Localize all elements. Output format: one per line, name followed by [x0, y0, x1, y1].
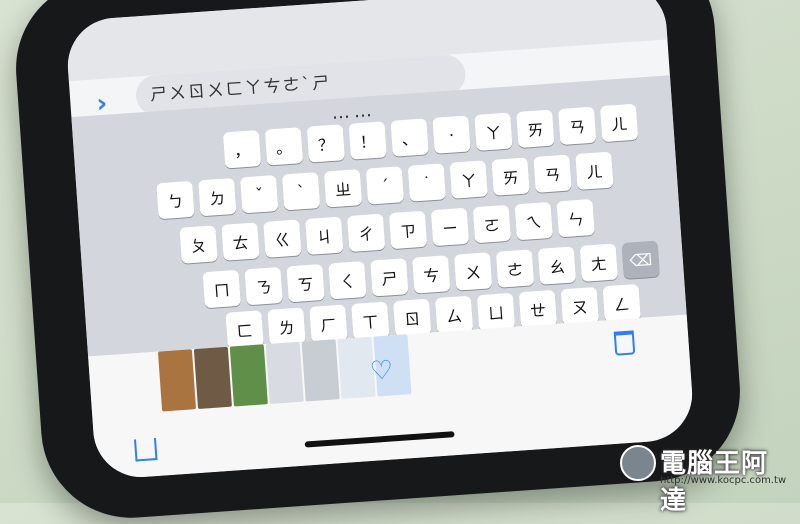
- key[interactable]: ㄍ: [263, 219, 302, 258]
- phone-screen: › ㄕㄨㄖㄨㄈㄚㄘㄜˋㄕ …… ， 。 ？ ！ 、 · ㄚ ㄞ ㄢ ㄦ ㄅ ㄉ …: [64, 0, 696, 481]
- key[interactable]: ㄦ: [599, 103, 639, 143]
- key[interactable]: 。: [264, 127, 304, 166]
- key[interactable]: ㄏ: [309, 304, 348, 343]
- key[interactable]: ㄈ: [225, 310, 264, 349]
- share-icon[interactable]: [134, 437, 158, 462]
- key[interactable]: ㄜ: [495, 249, 535, 288]
- heart-icon[interactable]: ♡: [369, 355, 394, 387]
- key[interactable]: ㄓ: [323, 169, 363, 208]
- key[interactable]: ？: [306, 124, 346, 163]
- photo-thumbnail[interactable]: [157, 349, 197, 412]
- key[interactable]: ㄨ: [453, 252, 493, 291]
- watermark: 電腦王阿達 http://www.kocpc.com.tw: [620, 443, 790, 516]
- key[interactable]: ㄚ: [449, 160, 488, 199]
- key[interactable]: ㄧ: [430, 207, 470, 247]
- trash-icon[interactable]: [613, 330, 636, 356]
- key[interactable]: ˇ: [240, 174, 279, 214]
- key[interactable]: ，: [222, 130, 262, 169]
- key[interactable]: ！: [348, 121, 387, 160]
- key[interactable]: 、: [390, 118, 429, 157]
- key[interactable]: ㄞ: [516, 109, 555, 148]
- key[interactable]: ㄘ: [412, 255, 451, 294]
- key[interactable]: ㄚ: [474, 112, 513, 151]
- photo-thumbnail[interactable]: [193, 346, 232, 409]
- key[interactable]: ㄕ: [370, 258, 409, 297]
- key[interactable]: ㄎ: [286, 263, 325, 303]
- key[interactable]: ㄢ: [533, 154, 572, 193]
- key[interactable]: ㄛ: [472, 204, 512, 244]
- delete-key[interactable]: ⌫: [621, 240, 660, 279]
- key[interactable]: ㄌ: [267, 307, 306, 346]
- photo-thumbnail[interactable]: [229, 344, 268, 407]
- candidate-bar[interactable]: ……: [331, 100, 376, 124]
- key[interactable]: ㄖ: [392, 298, 432, 338]
- key[interactable]: ㄟ: [514, 201, 553, 241]
- key[interactable]: ㄦ: [575, 151, 614, 190]
- key[interactable]: ˋ: [281, 172, 321, 211]
- key[interactable]: ㄥ: [602, 283, 641, 323]
- key[interactable]: ㄒ: [351, 301, 390, 340]
- key[interactable]: ㄗ: [388, 210, 428, 250]
- key[interactable]: ㄢ: [558, 106, 597, 146]
- key[interactable]: ㄑ: [328, 261, 367, 300]
- brand-logo-icon: [620, 445, 656, 481]
- key[interactable]: ·: [432, 115, 471, 154]
- key[interactable]: ㄊ: [221, 222, 260, 261]
- key[interactable]: ㄩ: [476, 292, 516, 332]
- key[interactable]: ˊ: [365, 166, 405, 205]
- home-indicator: [304, 431, 455, 448]
- key[interactable]: ㄠ: [537, 246, 577, 285]
- key[interactable]: ㄙ: [434, 295, 474, 335]
- key[interactable]: ㄅ: [156, 180, 195, 220]
- key[interactable]: ㄔ: [346, 213, 386, 253]
- key[interactable]: ㄋ: [244, 266, 283, 306]
- key[interactable]: ㄣ: [556, 198, 595, 238]
- zhuyin-keyboard: …… ， 。 ？ ！ 、 · ㄚ ㄞ ㄢ ㄦ ㄅ ㄉ ˇ ˋ ㄓ ˊ ˙ ㄚ ㄞ…: [71, 75, 687, 357]
- photo-thumbnail[interactable]: [265, 341, 304, 404]
- key[interactable]: ㄞ: [491, 157, 530, 196]
- key[interactable]: ㄤ: [579, 243, 619, 282]
- key[interactable]: ㄐ: [305, 216, 344, 255]
- key[interactable]: ˙: [407, 163, 447, 202]
- photo-thumbnail[interactable]: [301, 339, 340, 402]
- watermark-url: http://www.kocpc.com.tw: [660, 475, 787, 486]
- key[interactable]: ㄡ: [560, 286, 600, 326]
- key[interactable]: ㄝ: [518, 289, 558, 329]
- key[interactable]: ㄇ: [202, 269, 241, 309]
- key[interactable]: ㄆ: [179, 225, 218, 264]
- key[interactable]: ㄉ: [198, 177, 237, 217]
